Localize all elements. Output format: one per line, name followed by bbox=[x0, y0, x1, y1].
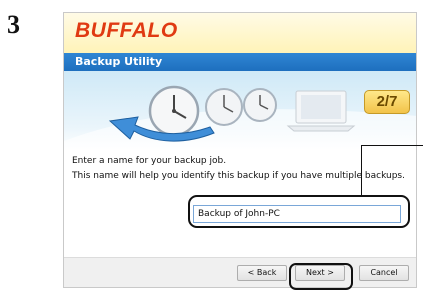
step-number: 3 bbox=[7, 10, 20, 39]
brand-bar: BUFFALO bbox=[64, 13, 416, 53]
step-progress-badge: 2/7 bbox=[364, 90, 410, 114]
backup-utility-window: BUFFALO Backup Utility 2/7 Enter a name … bbox=[63, 12, 417, 288]
hint-text: This name will help you identify this ba… bbox=[72, 171, 405, 181]
wizard-footer: < Back Next > Cancel bbox=[64, 257, 416, 287]
window-title: Backup Utility bbox=[75, 55, 163, 68]
clock-icon bbox=[205, 88, 243, 126]
back-button[interactable]: < Back bbox=[237, 265, 287, 281]
title-bar: Backup Utility bbox=[64, 53, 416, 71]
input-callout-frame bbox=[188, 195, 410, 228]
cancel-button[interactable]: Cancel bbox=[359, 265, 409, 281]
clock-icon bbox=[148, 85, 200, 137]
next-callout-frame bbox=[289, 263, 353, 290]
banner-illustration bbox=[64, 85, 416, 151]
callout-leader-line bbox=[361, 145, 362, 196]
buffalo-logo: BUFFALO bbox=[75, 19, 178, 42]
instruction-text: Enter a name for your backup job. bbox=[72, 156, 227, 166]
banner: 2/7 bbox=[64, 71, 416, 151]
clock-icon bbox=[243, 88, 277, 122]
callout-leader-line bbox=[361, 145, 423, 146]
